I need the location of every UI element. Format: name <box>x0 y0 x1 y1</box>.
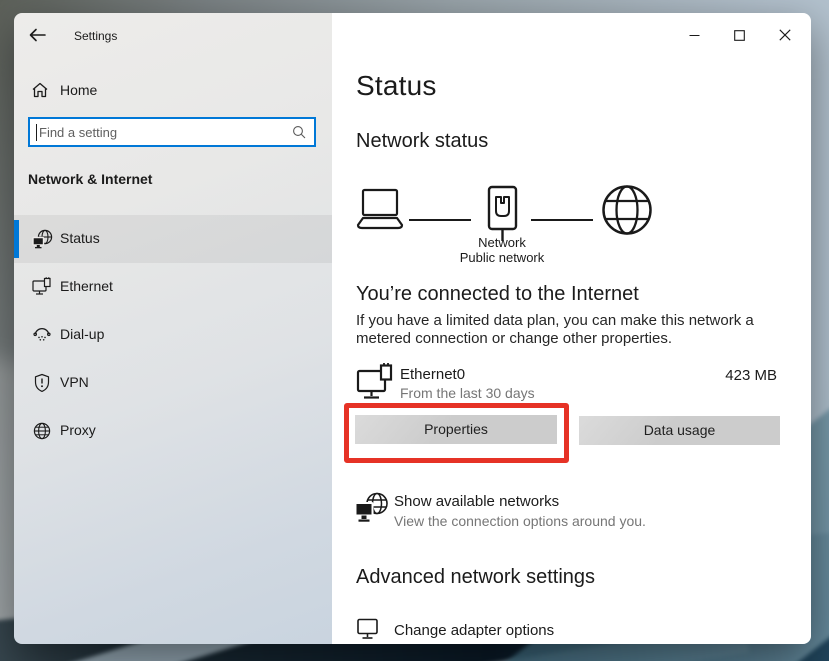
sidebar-item-label: Proxy <box>60 422 96 438</box>
ethernet-icon <box>32 277 53 297</box>
sidebar-item-proxy[interactable]: Proxy <box>14 407 332 455</box>
window-controls <box>672 19 807 51</box>
sidebar-item-label: VPN <box>60 374 89 390</box>
proxy-globe-icon <box>32 421 52 441</box>
available-networks-title[interactable]: Show available networks <box>394 493 559 510</box>
page-title: Status <box>356 70 437 102</box>
available-networks-icon[interactable] <box>354 492 389 525</box>
main-panel: Status Network status Network <box>332 13 811 644</box>
ethernet-adapter-icon <box>356 363 398 401</box>
minimize-icon <box>689 30 700 41</box>
sidebar-section-header: Network & Internet <box>28 171 152 187</box>
app-title: Settings <box>74 29 117 43</box>
dialup-icon <box>32 325 52 345</box>
sidebar-item-label: Home <box>60 82 97 98</box>
sidebar-item-vpn[interactable]: VPN <box>14 359 332 407</box>
sidebar-item-label: Dial-up <box>60 326 104 342</box>
sidebar-item-ethernet[interactable]: Ethernet <box>14 263 332 311</box>
sidebar: Settings Home Network & Internet <box>14 13 332 644</box>
sidebar-item-home[interactable]: Home <box>14 75 332 107</box>
laptop-icon <box>354 188 406 232</box>
settings-window: Settings Home Network & Internet <box>14 13 811 644</box>
sidebar-item-label: Status <box>60 230 100 246</box>
sidebar-item-dialup[interactable]: Dial-up <box>14 311 332 359</box>
network-node-caption: Network Public network <box>412 235 592 265</box>
desktop-wallpaper: Settings Home Network & Internet <box>0 0 829 661</box>
diagram-connector-line <box>531 219 593 221</box>
sidebar-item-label: Ethernet <box>60 278 113 294</box>
home-icon <box>31 81 49 99</box>
adapter-period: From the last 30 days <box>400 385 535 401</box>
connection-description: If you have a limited data plan, you can… <box>356 312 796 348</box>
minimize-button[interactable] <box>672 19 717 51</box>
search-box[interactable] <box>28 117 316 147</box>
properties-button[interactable]: Properties <box>355 415 557 444</box>
back-button[interactable] <box>28 26 50 46</box>
connected-heading: You’re connected to the Internet <box>356 283 639 306</box>
sidebar-item-status[interactable]: Status <box>14 215 332 263</box>
change-adapter-link[interactable]: Change adapter options <box>394 622 554 639</box>
data-amount: 423 MB <box>725 367 777 384</box>
network-node-type: Public network <box>412 250 592 265</box>
sidebar-nav: Status Ethernet <box>14 215 332 455</box>
close-button[interactable] <box>762 19 807 51</box>
internet-globe-icon <box>600 183 654 237</box>
adapter-name: Ethernet0 <box>400 366 465 383</box>
vpn-shield-icon <box>32 373 52 393</box>
search-icon <box>292 125 306 139</box>
search-input[interactable] <box>37 125 292 140</box>
maximize-button[interactable] <box>717 19 762 51</box>
advanced-settings-heading: Advanced network settings <box>356 566 595 589</box>
selected-accent-bar <box>14 220 19 258</box>
status-globe-monitor-icon <box>32 229 54 249</box>
change-adapter-icon <box>356 616 381 641</box>
available-networks-subtitle: View the connection options around you. <box>394 513 646 529</box>
close-icon <box>779 29 791 41</box>
data-usage-button[interactable]: Data usage <box>579 416 780 445</box>
network-status-heading: Network status <box>356 130 488 153</box>
diagram-connector-line <box>409 219 471 221</box>
back-arrow-icon <box>28 26 48 44</box>
maximize-icon <box>734 30 745 41</box>
network-node-name: Network <box>412 235 592 250</box>
